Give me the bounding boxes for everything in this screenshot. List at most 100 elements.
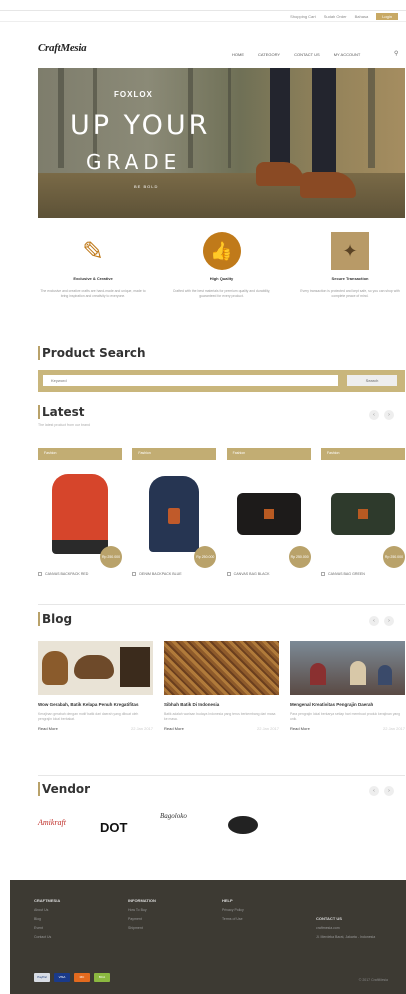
footer-link[interactable]: Privacy Policy <box>222 908 244 912</box>
feature-desc: The exclusive and creative crafts are ha… <box>40 289 146 298</box>
product-card[interactable]: Fashion Rp 250.000 CANVAS BAG GREEN <box>320 448 405 576</box>
payment-methods: PayPal VISA MC BCA <box>34 973 110 982</box>
product-tag: Fashion <box>38 448 122 460</box>
top-bar: Shopping Cart Sudah Order Bahasa Login <box>0 10 406 22</box>
post-date: 22 Jan 2017 <box>130 726 153 731</box>
next-arrow-icon[interactable]: › <box>384 410 394 420</box>
product-name[interactable]: DENIM BACKPACK BLUE <box>139 572 181 576</box>
product-card[interactable]: Fashion Rp 250.000 CANVAS BACKPACK RED <box>38 448 122 576</box>
footer-link[interactable]: About Us <box>34 908 60 912</box>
read-more-link[interactable]: Read More <box>164 726 184 731</box>
topbar-link-cart[interactable]: Shopping Cart <box>290 14 316 19</box>
mastercard-icon: MC <box>74 973 90 982</box>
prev-arrow-icon[interactable]: ‹ <box>369 616 379 626</box>
feature-title: Secure Transaction <box>331 276 369 281</box>
footer-col-contact: CONTACT US craftmesia.com Jl. Merdeka Ba… <box>316 916 375 939</box>
next-arrow-icon[interactable]: › <box>384 616 394 626</box>
blog-post[interactable]: Sibhah Batik Di Indonesia Batik adalah w… <box>164 641 279 731</box>
product-card[interactable]: Fashion Rp 250.000 DENIM BACKPACK BLUE <box>132 448 217 576</box>
post-title[interactable]: Mengenal Kreativitas Pengrajin Daerah <box>290 702 405 708</box>
read-more-link[interactable]: Read More <box>38 726 58 731</box>
vendor-title: Vendor <box>38 782 90 796</box>
feature-desc: Every transaction is protected and kept … <box>300 289 400 298</box>
topbar-link-language[interactable]: Bahasa <box>355 14 369 19</box>
vendor-logo-badge[interactable] <box>228 816 258 834</box>
main-nav: HOME CATEGORY CONTACT US MY ACCOUNT <box>232 52 360 57</box>
site-footer: CRAFTMESIA About Us Blog Event Contact U… <box>10 880 406 994</box>
vendor-logo-dot[interactable]: DOT <box>100 820 127 835</box>
post-excerpt: Para pengrajin lokal berkarya setiap har… <box>290 712 401 721</box>
footer-link[interactable]: How To Buy <box>128 908 156 912</box>
visa-icon: VISA <box>54 973 70 982</box>
login-button[interactable]: Login <box>376 13 398 20</box>
compare-checkbox[interactable] <box>38 572 42 576</box>
hero-headline: UP YOUR <box>70 110 211 141</box>
blog-post[interactable]: Wow Gerabah, Batik Kelapa Penuh Kregatif… <box>38 641 153 731</box>
search-input[interactable] <box>43 375 338 386</box>
compare-checkbox[interactable] <box>226 572 231 576</box>
feature-title: High Quality <box>209 276 234 281</box>
nav-account[interactable]: MY ACCOUNT <box>334 52 361 57</box>
post-title[interactable]: Wow Gerabah, Batik Kelapa Penuh Kregatif… <box>38 702 153 708</box>
paypal-icon: PayPal <box>34 973 50 982</box>
footer-heading: HELP <box>222 898 233 903</box>
craftsmen-image <box>290 641 405 695</box>
next-arrow-icon[interactable]: › <box>384 786 394 796</box>
blog-title: Blog <box>38 612 72 626</box>
blog-arrows: ‹ › <box>369 616 394 626</box>
footer-heading: INFORMATION <box>128 898 156 903</box>
site-logo[interactable]: CraftMesia <box>38 42 87 54</box>
product-name[interactable]: CANVAS BAG BLACK <box>234 572 270 576</box>
nav-category[interactable]: CATEGORY <box>258 52 280 57</box>
prev-arrow-icon[interactable]: ‹ <box>369 410 379 420</box>
footer-link[interactable]: Shipment <box>128 926 156 930</box>
footer-link[interactable]: Blog <box>34 917 60 921</box>
product-tag: Fashion <box>132 448 217 460</box>
feature-quality: 👍 High Quality Crafted with the best mat… <box>167 232 277 299</box>
post-title[interactable]: Sibhah Batik Di Indonesia <box>164 702 279 708</box>
product-search-title: Product Search <box>38 346 146 360</box>
nav-contact[interactable]: CONTACT US <box>294 52 320 57</box>
vendor-logo-amikraft[interactable]: Amikraft <box>38 818 66 827</box>
batik-image <box>164 641 279 695</box>
feature-title: Exclusive & Creative <box>73 276 113 281</box>
vendor-arrows: ‹ › <box>369 786 394 796</box>
handshake-icon: ✎ <box>82 235 104 266</box>
footer-col-information: INFORMATION How To Buy Payment Shipment <box>128 898 156 930</box>
product-price: Rp 250.000 <box>288 546 311 568</box>
footer-link[interactable]: Event <box>34 926 60 930</box>
read-more-link[interactable]: Read More <box>290 726 310 731</box>
product-tag: Fashion <box>226 448 311 460</box>
pottery-image <box>38 641 153 695</box>
bag-image <box>236 493 301 535</box>
hero-subtitle: BE BOLD <box>134 184 159 189</box>
footer-link[interactable]: Contact Us <box>34 935 60 939</box>
compare-checkbox[interactable] <box>132 572 137 576</box>
product-name[interactable]: CANVAS BACKPACK RED <box>45 572 88 576</box>
product-card[interactable]: Fashion Rp 250.000 CANVAS BAG BLACK <box>226 448 311 576</box>
blog-post[interactable]: Mengenal Kreativitas Pengrajin Daerah Pa… <box>290 641 405 731</box>
footer-link[interactable]: Payment <box>128 917 156 921</box>
search-icon[interactable]: ⚲ <box>394 50 398 57</box>
footer-heading: CONTACT US <box>316 916 342 921</box>
footer-text: Jl. Merdeka Barat, Jakarta - Indonesia <box>316 935 376 939</box>
prev-arrow-icon[interactable]: ‹ <box>369 786 379 796</box>
bag-image <box>330 493 395 535</box>
product-tag: Fashion <box>320 448 405 460</box>
feature-exclusive: ✎ Exclusive & Creative The exclusive and… <box>38 232 148 299</box>
compare-checkbox[interactable] <box>320 572 325 576</box>
search-button[interactable]: Search <box>347 375 397 386</box>
product-price: Rp 250.000 <box>100 546 122 568</box>
nav-home[interactable]: HOME <box>232 52 244 57</box>
secure-box-icon: ✦ <box>331 232 369 270</box>
backpack-image <box>52 474 108 554</box>
product-name[interactable]: CANVAS BAG GREEN <box>328 572 365 576</box>
footer-link[interactable]: Terms of Use <box>222 917 244 921</box>
copyright: © 2017 CraftMesia <box>358 978 388 982</box>
hero-banner[interactable]: FOXLOX UP YOUR GRADE BE BOLD <box>38 68 405 218</box>
vendor-logo-bagoloko[interactable]: Bagoloko <box>160 812 187 820</box>
topbar-link-order[interactable]: Sudah Order <box>324 14 347 19</box>
post-excerpt: Kerajinan gerabah dengan motif batik dar… <box>38 712 139 721</box>
footer-col-craftmesia: CRAFTMESIA About Us Blog Event Contact U… <box>34 898 60 939</box>
post-date: 22 Jan 2017 <box>382 726 405 731</box>
